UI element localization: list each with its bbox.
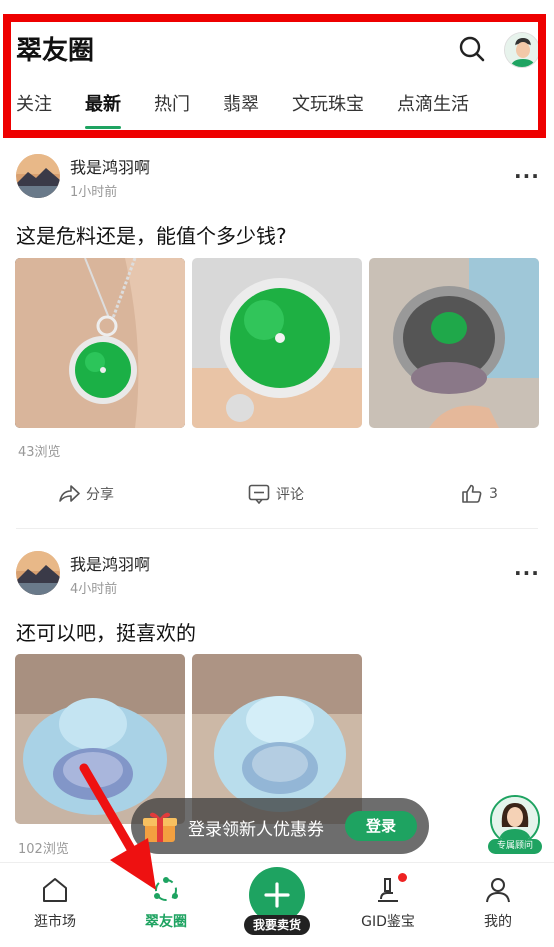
promo-text: 登录领新人优惠券 [188,820,324,840]
tab-jadeite[interactable]: 翡翠 [223,92,259,124]
author-name[interactable]: 我是鸿羽啊 [70,551,150,575]
post-text: 这是危料还是，能值个多少钱? [16,224,287,248]
post-card[interactable]: 我是鸿羽啊 1小时前 ··· 这是危料还是，能值个多少钱? 43浏览 分享 评论… [0,140,554,530]
comment-button[interactable]: 评论 [248,484,304,504]
gift-icon [141,808,179,846]
login-button[interactable]: 登录 [345,811,417,841]
author-avatar[interactable] [16,551,60,595]
more-options-icon[interactable]: ··· [514,561,540,585]
nav-market[interactable]: 逛市场 [10,875,100,931]
thumbs-up-icon [462,484,482,503]
user-avatar[interactable] [504,32,540,68]
post-photo[interactable] [192,258,362,428]
tab-lifestyle[interactable]: 点滴生活 [397,92,469,124]
post-text: 还可以吧，挺喜欢的 [16,621,196,645]
author-name[interactable]: 我是鸿羽啊 [70,154,150,178]
like-button[interactable]: 3 [461,484,498,504]
share-label: 分享 [86,487,114,503]
nav-profile-label: 我的 [484,914,512,930]
nav-sell-label: 我要卖货 [244,915,310,935]
comment-icon [248,484,270,504]
share-button[interactable]: 分享 [58,484,114,504]
post-time: 4小时前 [70,582,118,597]
more-options-icon[interactable]: ··· [514,164,540,188]
share-icon [59,485,80,502]
tab-popular[interactable]: 热门 [154,92,190,124]
tab-collectibles[interactable]: 文玩珠宝 [292,92,364,124]
category-tabs: 关注 最新 热门 翡翠 文玩珠宝 点滴生活 [16,92,502,129]
nav-appraisal-label: GID鉴宝 [361,914,415,930]
page-title: 翠友圈 [16,36,95,66]
view-count: 43浏览 [18,445,61,460]
login-promo-banner[interactable]: 登录领新人优惠券 登录 [131,798,429,854]
post-photo[interactable] [369,258,539,428]
notification-dot [398,873,407,882]
advisor-tag: 专属顾问 [488,839,542,854]
bottom-nav: 逛市场 翠友圈 我要卖货 GID鉴宝 我的 [0,862,554,947]
post-time: 1小时前 [70,185,118,200]
view-count: 102浏览 [18,842,69,857]
nav-profile[interactable]: 我的 [453,875,543,931]
advisor-widget[interactable]: 专属顾问 [488,795,542,855]
nav-community[interactable]: 翠友圈 [121,875,211,931]
author-avatar[interactable] [16,154,60,198]
nav-market-label: 逛市场 [34,914,76,930]
community-icon [154,877,178,901]
like-count: 3 [489,486,498,502]
nav-community-label: 翠友圈 [145,914,187,930]
search-icon[interactable] [457,34,487,64]
house-icon [43,878,67,902]
comment-label: 评论 [276,487,304,503]
tab-following[interactable]: 关注 [16,92,52,124]
nav-appraisal[interactable]: GID鉴宝 [343,875,433,931]
post-divider [16,528,538,529]
post-photo[interactable] [15,258,185,428]
top-header: 翠友圈 关注 最新 热门 翡翠 文玩珠宝 点滴生活 [0,0,554,140]
tab-latest[interactable]: 最新 [85,92,121,129]
person-icon [486,878,510,903]
advisor-avatar [490,795,540,845]
